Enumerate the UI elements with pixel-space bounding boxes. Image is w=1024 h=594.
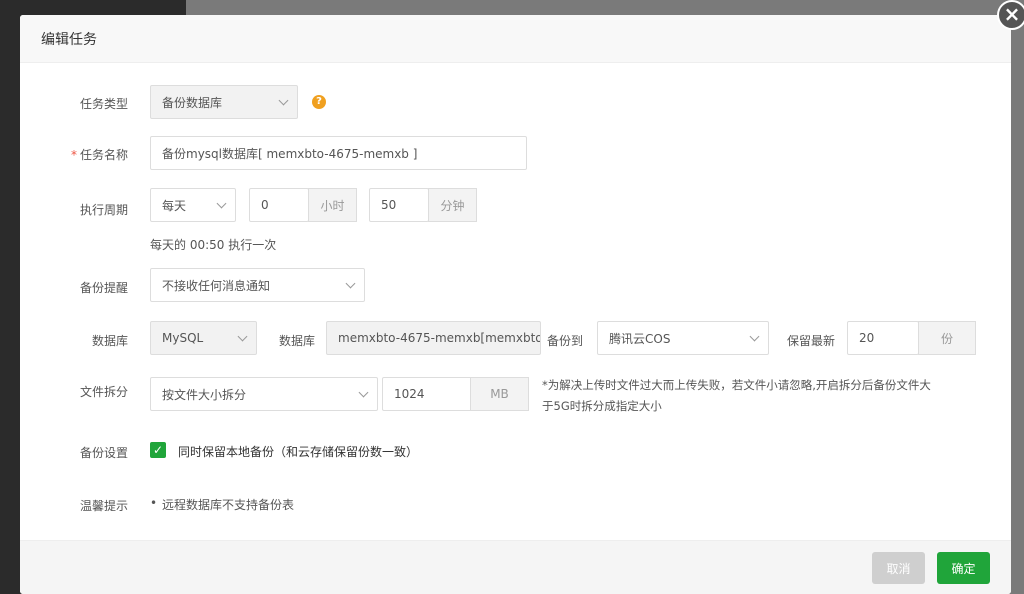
period-frequency-value: 每天 <box>162 198 187 213</box>
split-size-input[interactable]: 1024 <box>382 377 472 411</box>
tips-bullet: • <box>150 496 158 510</box>
backup-to-label: 备份到 <box>547 334 584 348</box>
keep-local-backup-checkbox[interactable]: ✓ <box>150 442 166 458</box>
split-mode-value: 按文件大小拆分 <box>162 387 247 402</box>
backup-settings-label: 备份设置 <box>79 446 128 460</box>
dialog-title: 编辑任务 <box>41 31 97 48</box>
split-note-line2: 于5G时拆分成指定大小 <box>542 399 662 413</box>
minute-unit: 分钟 <box>428 188 477 222</box>
task-name-input[interactable]: 备份mysql数据库[ memxbto-4675-memxb ] <box>150 136 527 170</box>
keep-latest-label: 保留最新 <box>787 334 836 348</box>
period-frequency-select[interactable]: 每天 <box>150 188 236 222</box>
chevron-down-icon <box>358 387 369 398</box>
reminder-label: 备份提醒 <box>79 281 128 295</box>
chevron-down-icon <box>345 278 356 289</box>
tips-label: 温馨提示 <box>79 499 128 513</box>
database-type-select[interactable]: MySQL <box>150 321 257 355</box>
task-type-value: 备份数据库 <box>162 95 223 110</box>
tips-text: 远程数据库不支持备份表 <box>162 498 295 512</box>
split-size-unit: MB <box>470 377 529 411</box>
edit-task-dialog: 编辑任务 任务类型 备份数据库 ? * 任务名称 备份mysql数据库[ memx… <box>20 15 1011 594</box>
backup-to-value: 腾讯云COS <box>609 331 671 346</box>
hour-input[interactable]: 0 <box>249 188 309 222</box>
database-type-value: MySQL <box>162 331 204 345</box>
chevron-down-icon <box>237 331 248 342</box>
hour-value: 0 <box>261 198 269 212</box>
db-label: 数据库 <box>279 334 316 348</box>
task-name-value: 备份mysql数据库[ memxbto-4675-memxb ] <box>162 146 418 161</box>
reminder-select[interactable]: 不接收任何消息通知 <box>150 268 365 302</box>
database-select[interactable]: memxbto-4675-memxb[memxbto-4675-memxb] <box>326 321 541 355</box>
close-icon[interactable]: × <box>997 0 1024 30</box>
database-label: 数据库 <box>91 334 128 348</box>
database-value: memxbto-4675-memxb[memxbto-4675-memxb] <box>338 331 540 345</box>
split-mode-select[interactable]: 按文件大小拆分 <box>150 377 378 411</box>
hour-unit: 小时 <box>308 188 357 222</box>
minute-input[interactable]: 50 <box>369 188 429 222</box>
task-name-label: * 任务名称 <box>20 146 128 163</box>
keep-latest-unit: 份 <box>918 321 976 355</box>
backup-to-select[interactable]: 腾讯云COS <box>597 321 769 355</box>
chevron-down-icon <box>749 331 760 342</box>
required-mark: * <box>70 148 77 162</box>
keep-latest-input[interactable]: 20 <box>847 321 919 355</box>
task-type-select[interactable]: 备份数据库 <box>150 85 298 119</box>
keep-latest-value: 20 <box>859 331 875 345</box>
period-label: 执行周期 <box>79 203 128 217</box>
split-note-line1: *为解决上传时文件过大而上传失败，若文件小请忽略,开启拆分后备份文件大 <box>542 378 931 392</box>
chevron-down-icon <box>278 95 289 106</box>
task-type-label: 任务类型 <box>79 97 128 111</box>
split-size-value: 1024 <box>394 387 425 401</box>
help-icon[interactable]: ? <box>312 95 326 109</box>
period-summary: 每天的 00:50 执行一次 <box>150 238 277 252</box>
task-name-label-text: 任务名称 <box>79 148 128 162</box>
reminder-value: 不接收任何消息通知 <box>162 278 271 293</box>
cancel-button[interactable]: 取消 <box>872 552 925 584</box>
dialog-header: 编辑任务 <box>20 15 1011 63</box>
split-label: 文件拆分 <box>79 385 128 399</box>
dialog-footer: 取消 确定 <box>20 540 1011 594</box>
confirm-button[interactable]: 确定 <box>937 552 990 584</box>
keep-local-backup-text[interactable]: 同时保留本地备份（和云存储保留份数一致） <box>178 443 418 460</box>
chevron-down-icon <box>216 198 227 209</box>
minute-value: 50 <box>381 198 397 212</box>
